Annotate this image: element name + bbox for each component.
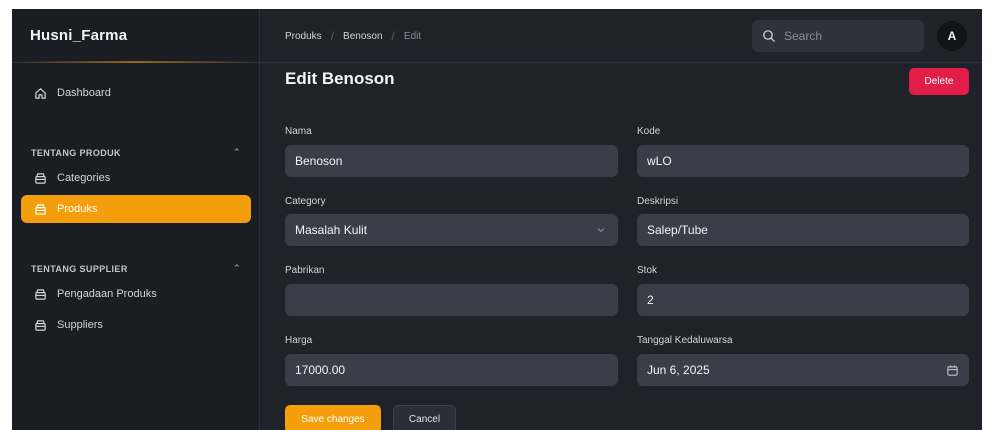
sidebar-item-categories[interactable]: Categories xyxy=(21,164,251,192)
sidebar-item-pengadaan-produks[interactable]: Pengadaan Produks xyxy=(21,280,251,308)
stok-label: Stok xyxy=(637,265,658,276)
cancel-button[interactable]: Cancel xyxy=(393,405,456,430)
pabrikan-label: Pabrikan xyxy=(285,265,325,276)
nama-label: Nama xyxy=(285,126,312,137)
sidebar: Husni_Farma Dashboard TENTANG PRODUK ⌃ C… xyxy=(12,9,260,430)
harga-label: Harga xyxy=(285,335,313,346)
group-title-supplier[interactable]: TENTANG SUPPLIER ⌃ xyxy=(31,263,241,274)
tanggal-label: Tanggal Kedaluwarsa xyxy=(637,335,733,346)
category-select[interactable]: Masalah Kulit xyxy=(285,214,618,246)
sidebar-item-suppliers[interactable]: Suppliers xyxy=(21,311,251,339)
search-box[interactable] xyxy=(752,20,924,52)
breadcrumb-separator: / xyxy=(330,29,335,43)
box-icon xyxy=(33,318,47,332)
deskripsi-label: Deskripsi xyxy=(637,196,679,207)
tanggal-field-value: Jun 6, 2025 xyxy=(647,363,710,377)
sidebar-item-label: Dashboard xyxy=(57,87,111,99)
chevron-up-icon: ⌃ xyxy=(233,263,241,273)
sidebar-item-label: Produks xyxy=(57,203,98,215)
calendar-icon[interactable] xyxy=(945,363,959,377)
page-title: Edit Benoson xyxy=(285,69,395,88)
chevron-down-icon xyxy=(594,223,608,237)
avatar[interactable]: A xyxy=(937,21,967,51)
box-icon xyxy=(33,202,47,216)
box-icon xyxy=(33,287,47,301)
sidebar-item-produks[interactable]: Produks xyxy=(21,195,251,223)
harga-field[interactable]: 17000.00 xyxy=(285,354,618,386)
brand[interactable]: Husni_Farma xyxy=(12,9,260,63)
search-input[interactable] xyxy=(784,29,914,43)
category-select-value: Masalah Kulit xyxy=(295,223,368,237)
pabrikan-field[interactable] xyxy=(285,284,618,316)
breadcrumb-separator: / xyxy=(391,29,395,43)
nama-field[interactable]: Benoson xyxy=(285,145,618,177)
kode-label: Kode xyxy=(637,126,661,137)
sidebar-item-dashboard[interactable]: Dashboard xyxy=(21,79,251,107)
breadcrumb: Produks / Benoson / Edit xyxy=(285,29,421,43)
category-label: Category xyxy=(285,196,326,207)
topbar: Produks / Benoson / Edit A xyxy=(260,9,982,63)
box-icon xyxy=(33,171,47,185)
brand-underline xyxy=(12,61,260,63)
search-icon xyxy=(762,29,776,43)
sidebar-item-label: Pengadaan Produks xyxy=(57,288,157,300)
delete-button[interactable]: Delete xyxy=(909,68,969,95)
brand-name: Husni_Farma xyxy=(30,27,128,44)
sidebar-item-label: Categories xyxy=(57,172,111,184)
app-window: Husni_Farma Dashboard TENTANG PRODUK ⌃ C… xyxy=(12,9,982,430)
group-title-produk[interactable]: TENTANG PRODUK ⌃ xyxy=(31,147,241,158)
chevron-up-icon: ⌃ xyxy=(233,147,241,157)
stok-field[interactable]: 2 xyxy=(637,284,969,316)
kode-field[interactable]: wLO xyxy=(637,145,969,177)
tanggal-field[interactable]: Jun 6, 2025 xyxy=(637,354,969,386)
home-icon xyxy=(33,86,47,100)
sidebar-item-label: Suppliers xyxy=(57,319,103,331)
breadcrumb-benoson[interactable]: Benoson xyxy=(343,31,382,42)
breadcrumb-produks[interactable]: Produks xyxy=(285,31,322,42)
deskripsi-field[interactable]: Salep/Tube xyxy=(637,214,969,246)
breadcrumb-edit: Edit xyxy=(403,30,422,42)
save-changes-button[interactable]: Save changes xyxy=(285,405,381,430)
